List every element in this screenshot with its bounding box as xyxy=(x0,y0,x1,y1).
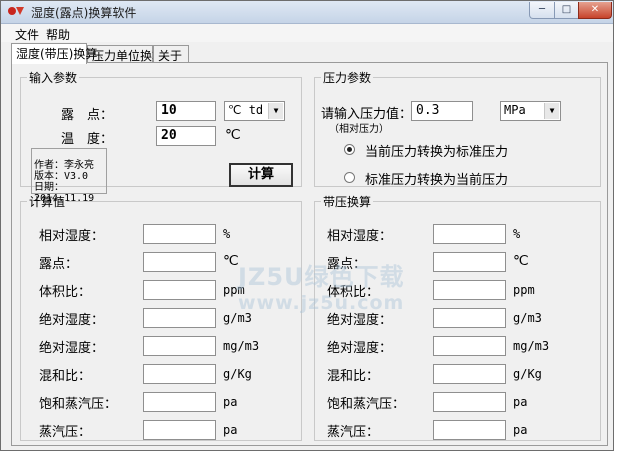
result-output-field[interactable] xyxy=(433,420,506,440)
dewpoint-unit-select[interactable]: ℃ td ▼ xyxy=(224,101,285,121)
result-output-field[interactable] xyxy=(143,336,216,356)
result-label: 蒸汽压： xyxy=(39,425,92,440)
author-line: 作者：李永亮 xyxy=(34,160,94,171)
pressure-params-legend: 压力参数 xyxy=(323,71,372,85)
dewpoint-label: 露 点： xyxy=(61,108,114,123)
input-params-group: 输入参数 露 点： 10 ℃ td ▼ 温 度： 20 ℃ 作者：李永亮 版本：… xyxy=(20,69,302,204)
result-unit: pa xyxy=(513,423,528,437)
result-label: 露点： xyxy=(327,257,367,272)
result-label: 混和比： xyxy=(39,369,92,384)
calc-values-legend: 计算值 xyxy=(29,195,66,209)
result-label: 绝对湿度： xyxy=(39,313,105,328)
result-output-field[interactable] xyxy=(143,364,216,384)
close-button[interactable]: ✕ xyxy=(578,2,612,19)
result-label: 绝对湿度： xyxy=(39,341,105,356)
result-unit: ℃ xyxy=(513,253,529,269)
result-unit: mg/m3 xyxy=(223,339,260,353)
result-unit: mg/m3 xyxy=(513,339,550,353)
radio-current-to-standard-label[interactable]: 当前压力转换为标准压力 xyxy=(365,141,508,160)
result-unit: % xyxy=(223,227,231,241)
pressure-unit-value: MPa xyxy=(504,103,526,117)
result-unit: pa xyxy=(223,395,238,409)
tab-panel: 输入参数 露 点： 10 ℃ td ▼ 温 度： 20 ℃ 作者：李永亮 版本：… xyxy=(11,62,608,446)
result-unit: pa xyxy=(513,395,528,409)
input-params-legend: 输入参数 xyxy=(29,71,78,85)
minimize-button[interactable]: ─ xyxy=(529,2,555,19)
result-unit: ppm xyxy=(223,283,245,297)
pressure-unit-select[interactable]: MPa ▼ xyxy=(500,101,561,121)
app-logo-icon xyxy=(8,7,24,15)
result-output-field[interactable] xyxy=(433,280,506,300)
pressure-params-group: 压力参数 请输入压力值： （相对压力） 0.3 MPa ▼ 当前压力转换为标准压… xyxy=(314,69,601,188)
result-output-field[interactable] xyxy=(433,224,506,244)
result-label: 饱和蒸汽压： xyxy=(327,397,406,412)
result-output-field[interactable] xyxy=(433,252,506,272)
radio-standard-to-current-label[interactable]: 标准压力转换为当前压力 xyxy=(365,169,508,188)
pressure-input[interactable]: 0.3 xyxy=(411,101,473,121)
result-label: 绝对湿度： xyxy=(327,313,393,328)
calculate-button[interactable]: 计算 xyxy=(229,163,293,187)
result-output-field[interactable] xyxy=(433,336,506,356)
pressure-calc-legend: 带压换算 xyxy=(323,195,372,209)
dewpoint-unit-value: ℃ td xyxy=(228,103,264,117)
dewpoint-input[interactable]: 10 xyxy=(156,101,216,121)
chevron-down-icon: ▼ xyxy=(544,103,559,119)
result-unit: g/Kg xyxy=(513,367,542,381)
result-unit: pa xyxy=(223,423,238,437)
temperature-input[interactable]: 20 xyxy=(156,126,216,146)
pressure-calc-group: 带压换算 相对湿度：% 露点： ℃ 体积比： ppm 绝对湿度： g/m3 绝对湿度： mg/m… xyxy=(314,193,601,441)
radio-standard-to-current[interactable] xyxy=(344,172,355,183)
pressure-sub-prompt: （相对压力） xyxy=(329,124,389,135)
result-output-field[interactable] xyxy=(143,224,216,244)
calc-values-group: 计算值 相对湿度：% 露点： ℃ 体积比： ppm 绝对湿度： g/m3 绝对湿度： mg/m3… xyxy=(20,193,302,441)
result-output-field[interactable] xyxy=(433,308,506,328)
result-output-field[interactable] xyxy=(143,252,216,272)
result-unit: ℃ xyxy=(223,253,239,269)
author-info-box: 作者：李永亮 版本：V3.0 日期：2014.11.19 xyxy=(31,148,107,204)
result-unit: ppm xyxy=(513,283,535,297)
result-label: 蒸汽压： xyxy=(327,425,380,440)
result-output-field[interactable] xyxy=(143,420,216,440)
menu-help[interactable]: 帮助 xyxy=(46,26,70,43)
result-output-field[interactable] xyxy=(433,364,506,384)
chevron-down-icon: ▼ xyxy=(268,103,283,119)
window-title: 湿度(露点)换算软件 xyxy=(31,6,137,20)
app-window: 湿度(露点)换算软件 ─ □ ✕ 文件 帮助 湿度(带压)换算 压力单位换算 关… xyxy=(0,0,614,451)
result-label: 露点： xyxy=(39,257,79,272)
menu-bar: 文件 帮助 xyxy=(1,24,613,42)
result-output-field[interactable] xyxy=(143,392,216,412)
result-unit: g/m3 xyxy=(513,311,542,325)
result-label: 绝对湿度： xyxy=(327,341,393,356)
radio-current-to-standard[interactable] xyxy=(344,144,355,155)
result-label: 混和比： xyxy=(327,369,380,384)
result-label: 体积比： xyxy=(327,285,380,300)
maximize-button[interactable]: □ xyxy=(554,2,579,19)
result-unit: g/Kg xyxy=(223,367,252,381)
result-unit: % xyxy=(513,227,521,241)
tab-about[interactable]: 关于 xyxy=(153,45,189,63)
result-label: 体积比： xyxy=(39,285,92,300)
result-output-field[interactable] xyxy=(143,308,216,328)
result-output-field[interactable] xyxy=(433,392,506,412)
title-bar: 湿度(露点)换算软件 ─ □ ✕ xyxy=(1,1,613,24)
tab-humidity-conversion[interactable]: 湿度(带压)换算 xyxy=(11,43,97,64)
result-unit: g/m3 xyxy=(223,311,252,325)
result-label: 相对湿度： xyxy=(39,229,105,244)
temperature-unit: ℃ xyxy=(225,127,241,143)
menu-file[interactable]: 文件 xyxy=(15,26,39,43)
result-label: 饱和蒸汽压： xyxy=(39,397,118,412)
version-line: 版本：V3.0 xyxy=(34,171,89,182)
result-label: 相对湿度： xyxy=(327,229,393,244)
temperature-label: 温 度： xyxy=(61,132,114,147)
result-output-field[interactable] xyxy=(143,280,216,300)
